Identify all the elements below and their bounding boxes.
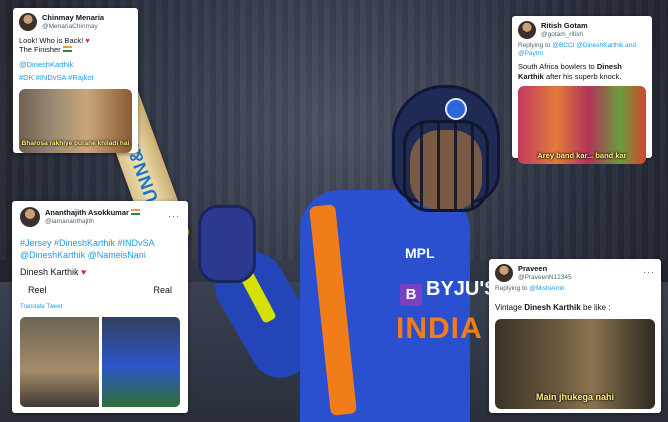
meme-caption: Main jhukega nahi [535,391,614,402]
tweet-author-handle[interactable]: @gotam_ritish [541,31,588,39]
tweet-image-pair [20,317,180,408]
heart-icon: ♥ [85,36,90,45]
bcci-logo-icon [445,98,467,120]
reply-context: Replying to @BCCI @DineshKarthik and @Pa… [518,42,636,58]
tweet-author-name[interactable]: Ritish Gotam [541,21,588,30]
tweet-header: Ritish Gotam @gotam_ritish [518,21,646,39]
tweet-text: Vintage Dinesh Karthik be like : [495,303,611,313]
meme-caption: Bharosa rakhiye purane khiladi hai [21,140,130,148]
tweet-card-praveen[interactable]: Praveen @PraveenN12345 ··· Replying to @… [489,259,661,413]
reel-label: Reel [28,284,47,295]
highlighted-name: Dinesh Karthik [524,303,581,313]
more-options-icon[interactable]: ··· [168,211,180,222]
avatar[interactable] [495,264,513,282]
reply-mentions[interactable]: @MishiAmit [529,285,564,292]
tweet-author-handle[interactable]: @iamananthajith [45,218,140,226]
tweet-hashtags[interactable]: #DK #INDvSA #Rajkot [19,73,132,82]
india-flag-icon [131,209,140,216]
more-options-icon[interactable]: ··· [643,267,655,278]
helmet-grille [403,120,489,212]
batting-glove [198,205,256,283]
tweet-line: The Finisher [19,45,61,55]
avatar[interactable] [19,13,37,31]
tweet-author-name[interactable]: Praveen [518,264,572,273]
jersey-sponsor-mpl: MPL [405,245,435,261]
tweet-meme-image[interactable]: Main jhukega nahi [495,319,655,410]
india-flag-icon [62,46,72,53]
real-image[interactable] [101,317,180,408]
tweet-text: Dinesh Karthik ♥ [20,267,87,278]
heart-icon: ♥ [81,267,87,278]
avatar[interactable] [518,21,536,39]
avatar[interactable] [20,207,40,227]
reply-context: Replying to @MishiAmit [495,285,565,292]
reel-image[interactable] [20,317,99,408]
real-label: Real [153,284,172,295]
tweet-author-handle[interactable]: @MenariaChinmay [42,23,104,31]
tweet-header: Praveen @PraveenN12345 ··· [495,264,655,282]
tweet-card-chinmay[interactable]: Chinmay Menaria @MenariaChinmay Look! Wh… [13,8,138,153]
tweet-author-name[interactable]: Chinmay Menaria [42,13,104,22]
jersey-team-name: INDIA [396,312,483,345]
tweet-author-name-row: Ananthajith Asokkumar [45,208,140,217]
translate-tweet-link[interactable]: Translate Tweet [20,304,180,312]
tweet-text: Look! Who is Back! ♥ The Finisher @Dines… [19,36,132,83]
tweet-card-ritish[interactable]: Ritish Gotam @gotam_ritish Replying to @… [512,16,652,164]
tweet-hashtags[interactable]: #Jersey #DineshKarthik #INDvSA @DineshKa… [20,237,180,261]
tweet-author-name[interactable]: Ananthajith Asokkumar [45,208,129,217]
jersey-sponsor-byjus: B BYJU'S [400,278,497,306]
tweet-meme-image[interactable]: Arey band kar... band kar [518,86,646,164]
tweet-card-ananthajith[interactable]: Ananthajith Asokkumar @iamananthajith ··… [12,201,188,413]
meme-caption: Arey band kar... band kar [537,150,627,160]
tweet-mention[interactable]: @DineshKarthik [19,60,132,69]
tweet-header: Ananthajith Asokkumar @iamananthajith ··… [20,207,180,227]
tweet-text: South Africa bowlers to Dinesh Karthik a… [518,62,622,81]
tweet-meme-image[interactable]: Bharosa rakhiye purane khiladi hai [19,88,132,153]
tweet-line: Look! Who is Back! [19,36,84,45]
tweet-header: Chinmay Menaria @MenariaChinmay [19,13,132,31]
tweet-author-handle[interactable]: @PraveenN12345 [518,274,572,282]
reel-real-labels: Reel Real [20,285,180,296]
byjus-logo-icon: B [400,284,422,306]
